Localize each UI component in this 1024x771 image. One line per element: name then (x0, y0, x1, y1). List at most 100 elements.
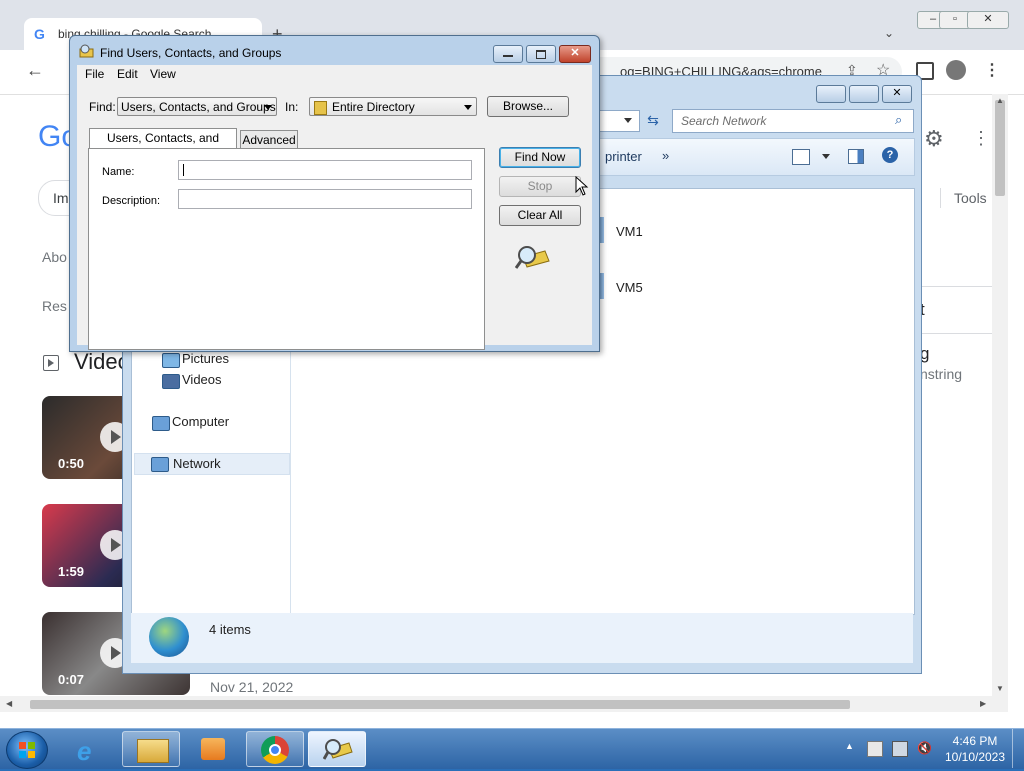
tab-advanced[interactable]: Advanced (240, 130, 298, 149)
find-type-dropdown[interactable]: Users, Contacts, and Groups (117, 97, 277, 116)
menu-file[interactable]: File (85, 67, 104, 81)
profile-avatar-icon[interactable] (946, 60, 966, 80)
divider (920, 286, 992, 287)
name-input[interactable] (178, 160, 472, 180)
side-snippet-3: nstring (920, 366, 963, 382)
search-icon[interactable]: ⌕ (895, 112, 902, 128)
dropdown-arrow-icon (264, 105, 272, 110)
network-globe-icon (149, 617, 189, 657)
menu-view[interactable]: View (150, 67, 176, 81)
internet-explorer-icon: e (77, 736, 92, 766)
view-dropdown-icon[interactable] (822, 154, 830, 159)
explorer-minimize-button[interactable] (816, 85, 846, 103)
description-label: Description: (102, 195, 161, 207)
video-duration: 1:59 (58, 564, 85, 579)
horizontal-scrollbar[interactable] (0, 696, 1008, 712)
nav-item-label: Network (173, 456, 221, 471)
start-button[interactable] (6, 731, 48, 769)
video-section-icon (43, 355, 59, 371)
taskbar-find-button[interactable] (308, 731, 366, 767)
menu-edit[interactable]: Edit (117, 67, 138, 81)
volume-muted-icon[interactable]: 🔇 (917, 741, 932, 755)
dialog-body: Find: Users, Contacts, and Groups In: En… (77, 83, 592, 350)
scroll-left-icon[interactable]: ◀ (6, 699, 12, 708)
in-location-dropdown[interactable]: Entire Directory (309, 97, 477, 116)
find-app-icon (79, 44, 95, 58)
back-icon[interactable]: ← (26, 60, 44, 81)
computer-icon (152, 416, 170, 431)
preview-pane-icon[interactable] (848, 149, 864, 164)
scroll-up-icon[interactable]: ▲ (996, 96, 1004, 105)
about-text: Abo (42, 249, 67, 265)
search-criteria-panel: Name: Description: (88, 148, 485, 350)
chrome-menu-icon[interactable]: ⋮ (984, 60, 1000, 80)
explorer-restore-button[interactable] (849, 85, 879, 103)
network-icon (151, 457, 169, 472)
dialog-title: Find Users, Contacts, and Groups (100, 46, 282, 60)
scroll-right-icon[interactable]: ▶ (980, 699, 986, 708)
network-item-label: VM1 (616, 224, 643, 239)
chrome-icon (261, 736, 289, 764)
scroll-down-icon[interactable]: ▼ (996, 684, 1004, 693)
search-network-input[interactable]: Search Network ⌕ (672, 109, 914, 133)
show-desktop-button[interactable] (1012, 729, 1024, 768)
refresh-icon[interactable]: ⇆ (643, 110, 663, 130)
media-player-icon (201, 738, 225, 760)
network-status-icon[interactable] (892, 741, 908, 757)
settings-gear-icon[interactable]: ⚙ (924, 126, 944, 152)
nav-item-label: Videos (182, 372, 222, 387)
description-input[interactable] (178, 189, 472, 209)
google-icon: G (34, 26, 45, 42)
dialog-minimize-button[interactable] (493, 45, 523, 63)
divider (940, 188, 941, 208)
images-chip-label: Im (53, 190, 69, 206)
explorer-close-button[interactable]: ✕ (882, 85, 912, 103)
taskbar-clock[interactable]: 4:46 PM 10/10/2023 (930, 733, 1020, 765)
search-placeholder: Search Network (681, 114, 767, 128)
view-options-icon[interactable] (792, 149, 810, 165)
taskbar-ie-button[interactable]: e (62, 731, 120, 767)
find-label: Find: (89, 100, 116, 114)
directory-icon (314, 101, 327, 115)
add-printer-command[interactable]: printer (605, 149, 642, 164)
find-type-value: Users, Contacts, and Groups (121, 100, 276, 114)
address-dropdown[interactable] (597, 110, 640, 132)
video-duration: 0:07 (58, 672, 85, 687)
stop-button[interactable]: Stop (499, 176, 581, 197)
taskbar-explorer-button[interactable] (122, 731, 180, 767)
folder-icon (137, 739, 169, 763)
more-commands-icon[interactable]: » (662, 148, 669, 163)
browse-button[interactable]: Browse... (487, 96, 569, 117)
text-caret (183, 164, 184, 176)
mouse-cursor-icon (575, 175, 589, 196)
details-pane: 4 items (131, 613, 913, 663)
clock-time: 4:46 PM (952, 734, 998, 748)
nav-item-network[interactable]: Network (134, 453, 290, 475)
help-icon[interactable]: ? (882, 147, 898, 163)
item-count: 4 items (209, 622, 251, 637)
network-item-vm5[interactable]: VM5 (594, 271, 674, 301)
action-center-icon[interactable] (867, 741, 883, 757)
in-label: In: (285, 100, 299, 114)
network-item-vm1[interactable]: VM1 (594, 215, 674, 245)
find-now-button[interactable]: Find Now (499, 147, 581, 168)
taskbar-chrome-button[interactable] (246, 731, 304, 767)
pictures-icon (162, 353, 180, 368)
tools-button[interactable]: Tools (954, 190, 987, 206)
search-animation-icon (514, 243, 551, 273)
dialog-menu-bar: File Edit View (77, 65, 592, 83)
taskbar-media-player-button[interactable] (184, 731, 242, 767)
dialog-maximize-button[interactable] (526, 45, 556, 63)
clock-date: 10/10/2023 (944, 750, 1006, 764)
nav-item-label: Computer (172, 414, 230, 429)
videos-icon (162, 374, 180, 389)
tray-show-hidden-icon[interactable]: ▲ (845, 741, 859, 755)
clear-all-button[interactable]: Clear All (499, 205, 581, 226)
tab-users-contacts-groups[interactable]: Users, Contacts, and Groups (89, 128, 237, 163)
network-item-label: VM5 (616, 280, 643, 295)
dialog-close-button[interactable]: ✕ (559, 45, 591, 63)
chrome-close-button[interactable]: ✕ (967, 11, 1009, 29)
vertical-scrollbar[interactable] (992, 94, 1008, 696)
tab-search-icon[interactable]: ⌄ (884, 26, 894, 40)
name-label: Name: (102, 166, 135, 178)
